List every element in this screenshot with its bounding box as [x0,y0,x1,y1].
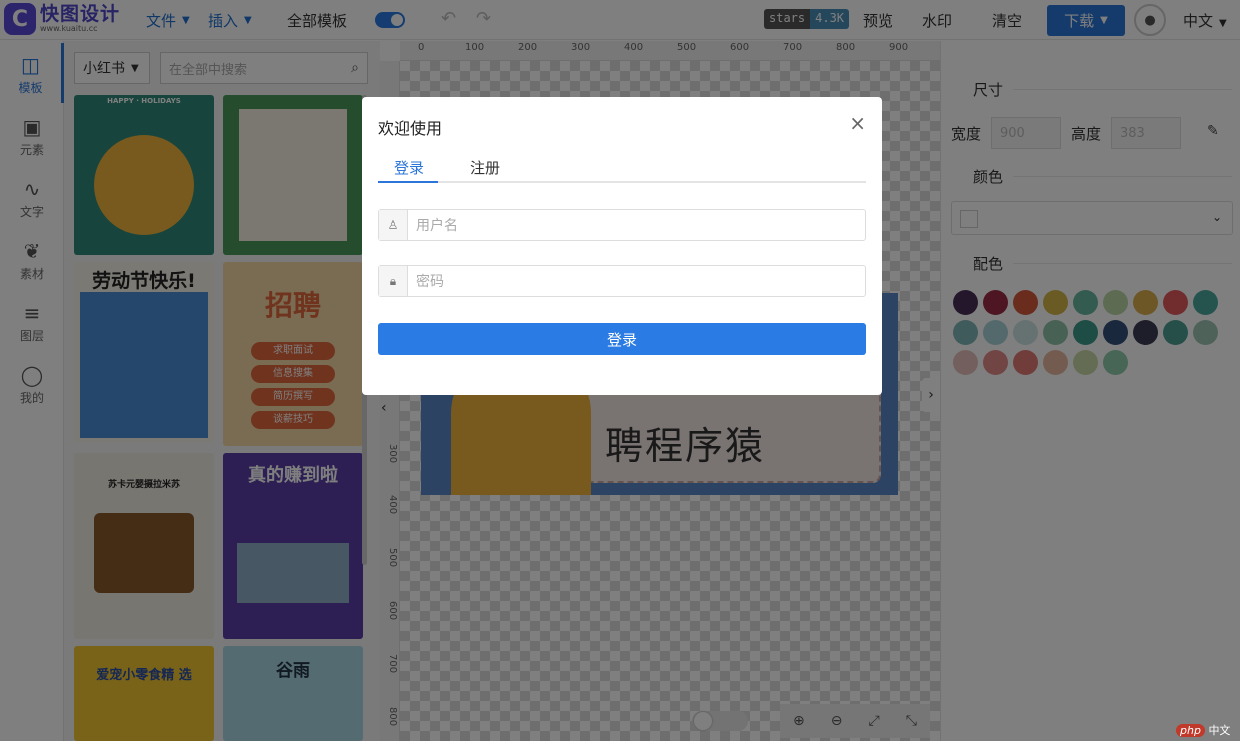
username-field[interactable]: ♙ 用户名 [378,209,866,241]
tab-login[interactable]: 登录 [394,157,424,178]
modal-tabs: 登录 注册 [378,153,866,183]
password-field[interactable]: 🔒︎ 密码 [378,265,866,297]
site-watermark: php 中文网 [1176,722,1240,754]
close-icon[interactable]: × [849,111,866,135]
username-placeholder: 用户名 [416,218,458,234]
modal-title: 欢迎使用 [378,119,443,138]
login-button[interactable]: 登录 [378,323,866,355]
user-icon: ♙ [379,210,408,240]
tab-register[interactable]: 注册 [470,157,500,178]
password-placeholder: 密码 [416,274,444,290]
login-modal: 欢迎使用 × 登录 注册 ♙ 用户名 🔒︎ 密码 登录 [362,97,882,395]
lock-icon: 🔒︎ [379,266,408,296]
watermark-php: php [1176,724,1205,737]
tab-active-indicator [378,181,438,183]
